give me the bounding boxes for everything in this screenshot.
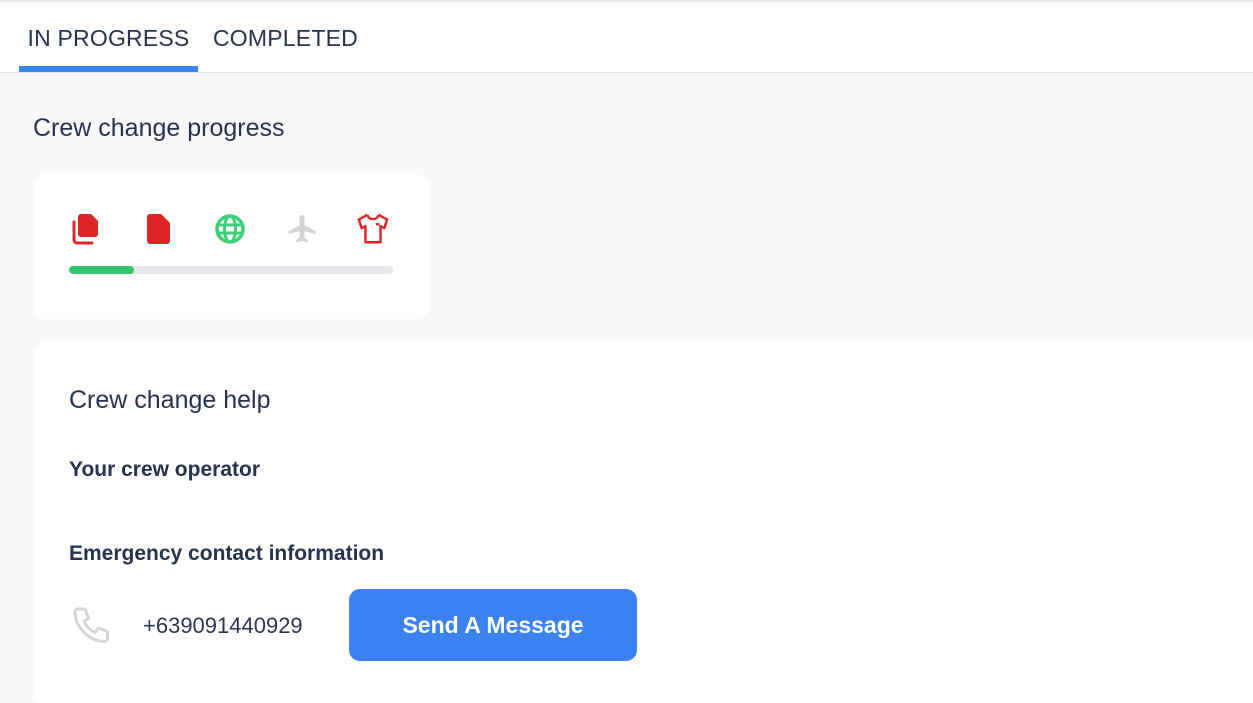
send-message-button[interactable]: Send A Message xyxy=(349,589,637,661)
status-tabs: IN PROGRESS COMPLETED xyxy=(0,2,1253,73)
document-icon xyxy=(147,214,170,244)
phone-icon xyxy=(70,603,114,647)
emergency-phone-number: +639091440929 xyxy=(143,613,303,638)
progress-section-title: Crew change progress xyxy=(33,114,285,142)
airplane-icon xyxy=(288,215,316,243)
active-tab-indicator xyxy=(19,66,198,72)
step-airplane xyxy=(285,212,319,246)
progress-bar-fill xyxy=(69,266,134,274)
help-section-title: Crew change help xyxy=(69,386,271,414)
step-shirt xyxy=(356,212,390,246)
step-globe xyxy=(213,212,247,246)
globe-icon xyxy=(215,214,245,244)
step-documents xyxy=(70,212,104,246)
step-document xyxy=(142,212,176,246)
crew-operator-heading: Your crew operator xyxy=(69,458,260,481)
documents-icon xyxy=(72,214,98,245)
emergency-contact-heading: Emergency contact information xyxy=(69,542,385,565)
shirt-icon xyxy=(357,213,389,244)
help-card: Crew change help Your crew operator Emer… xyxy=(33,343,1253,703)
tab-in-progress[interactable]: IN PROGRESS xyxy=(19,2,198,72)
progress-card xyxy=(33,175,429,319)
progress-bar xyxy=(69,266,393,274)
tab-completed[interactable]: COMPLETED xyxy=(213,2,358,72)
